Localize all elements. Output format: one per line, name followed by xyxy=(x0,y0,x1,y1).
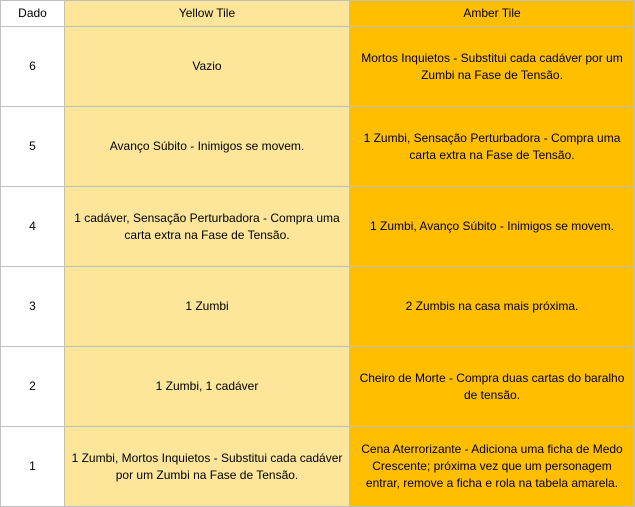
yellow-tile-cell: 1 Zumbi xyxy=(64,266,350,347)
dado-cell: 6 xyxy=(0,26,65,107)
amber-tile-cell: 1 Zumbi, Avanço Súbito - Inimigos se mov… xyxy=(349,186,635,267)
yellow-tile-text: Avanço Súbito - Inimigos se movem. xyxy=(109,139,305,153)
yellow-tile-cell: 1 cadáver, Sensação Perturbadora - Compr… xyxy=(64,186,350,267)
table-row: 1 1 Zumbi, Mortos Inquietos - Substitui … xyxy=(0,426,635,507)
yellow-tile-cell: Vazio xyxy=(64,26,350,107)
dado-cell: 3 xyxy=(0,266,65,347)
dado-cell: 1 xyxy=(0,426,65,507)
table-row: 5 Avanço Súbito - Inimigos se movem. 1 Z… xyxy=(0,106,635,187)
amber-tile-text: 2 Zumbis na casa mais próxima. xyxy=(405,299,579,313)
header-dado: Dado xyxy=(0,0,65,27)
table-row: 3 1 Zumbi 2 Zumbis na casa mais próxima. xyxy=(0,266,635,347)
header-row: Dado Yellow Tile Amber Tile xyxy=(0,0,635,27)
yellow-tile-text: 1 cadáver, Sensação Perturbadora - Compr… xyxy=(74,210,340,242)
amber-tile-text: Cheiro de Morte - Compra duas cartas do … xyxy=(359,370,625,402)
header-amber-tile: Amber Tile xyxy=(349,0,635,27)
dado-cell: 4 xyxy=(0,186,65,267)
amber-tile-cell: Mortos Inquietos - Substitui cada cadáve… xyxy=(349,26,635,107)
table-row: 6 Vazio Mortos Inquietos - Substitui cad… xyxy=(0,26,635,107)
yellow-tile-cell: 1 Zumbi, 1 cadáver xyxy=(64,346,350,427)
table-row: 4 1 cadáver, Sensação Perturbadora - Com… xyxy=(0,186,635,267)
amber-tile-cell: 1 Zumbi, Sensação Perturbadora - Compra … xyxy=(349,106,635,187)
amber-tile-text: Cena Aterrorizante - Adiciona uma ficha … xyxy=(361,442,623,490)
amber-tile-cell: Cena Aterrorizante - Adiciona uma ficha … xyxy=(349,426,635,507)
amber-tile-text: 1 Zumbi, Sensação Perturbadora - Compra … xyxy=(363,130,621,162)
table-row: 2 1 Zumbi, 1 cadáver Cheiro de Morte - C… xyxy=(0,346,635,427)
yellow-tile-text: 1 Zumbi xyxy=(185,299,229,313)
amber-tile-text: Mortos Inquietos - Substitui cada cadáve… xyxy=(361,50,623,82)
dado-cell: 2 xyxy=(0,346,65,427)
yellow-tile-text: 1 Zumbi, Mortos Inquietos - Substitui ca… xyxy=(71,450,343,482)
amber-tile-text: 1 Zumbi, Avanço Súbito - Inimigos se mov… xyxy=(370,219,614,233)
amber-tile-cell: Cheiro de Morte - Compra duas cartas do … xyxy=(349,346,635,427)
dado-cell: 5 xyxy=(0,106,65,187)
yellow-tile-text: Vazio xyxy=(192,59,222,73)
dice-table: Dado Yellow Tile Amber Tile 6 Vazio Mort… xyxy=(0,0,635,507)
header-yellow-tile: Yellow Tile xyxy=(64,0,350,27)
yellow-tile-text: 1 Zumbi, 1 cadáver xyxy=(155,379,259,393)
yellow-tile-cell: Avanço Súbito - Inimigos se movem. xyxy=(64,106,350,187)
amber-tile-cell: 2 Zumbis na casa mais próxima. xyxy=(349,266,635,347)
yellow-tile-cell: 1 Zumbi, Mortos Inquietos - Substitui ca… xyxy=(64,426,350,507)
